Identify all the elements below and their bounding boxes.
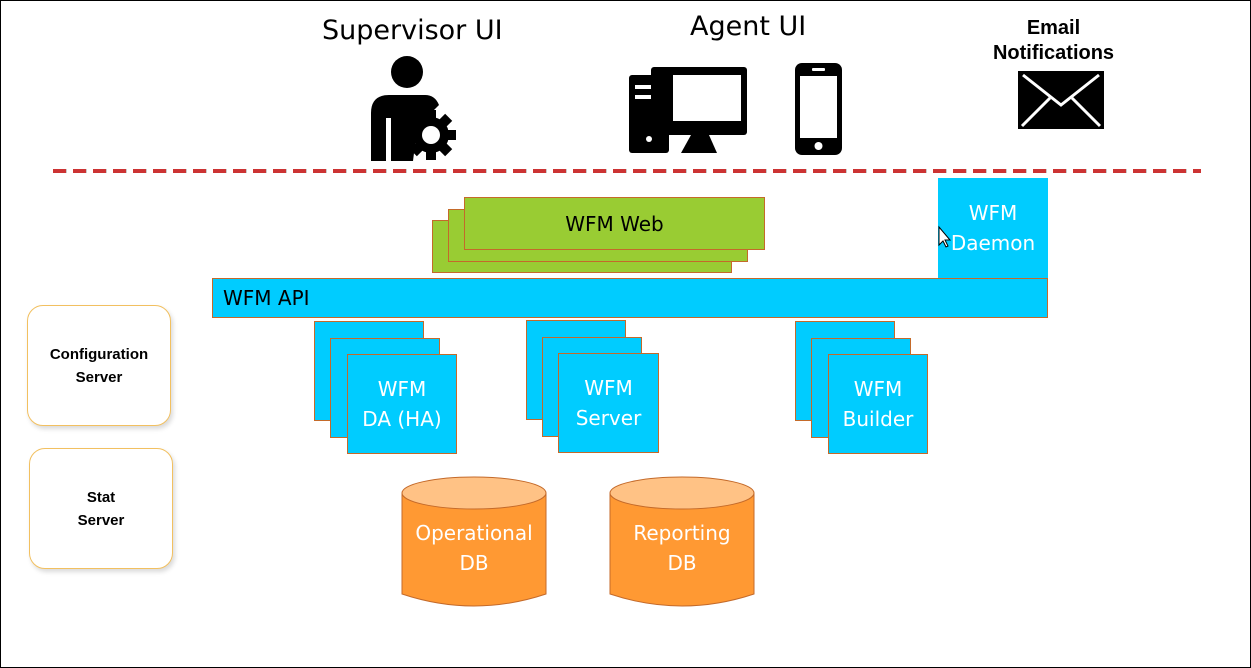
da-line1: WFM: [377, 377, 427, 401]
reporting-line1: Reporting: [633, 521, 731, 545]
wfm-web-label: WFM Web: [565, 211, 664, 236]
divider-line: [53, 169, 1201, 173]
architecture-diagram: Supervisor UI Agent UI Email Notificatio…: [0, 0, 1251, 668]
builder-line1: WFM: [853, 377, 903, 401]
stat-line2: Server: [77, 511, 125, 529]
wfm-api-label: WFM API: [223, 286, 310, 310]
wfm-server-box: WFM Server: [558, 353, 659, 453]
stat-line1: Stat: [86, 488, 116, 506]
reporting-db-label: Reporting DB: [608, 516, 756, 580]
operational-db-label: Operational DB: [400, 516, 548, 580]
agent-ui-label: Agent UI: [690, 11, 807, 42]
daemon-line1: WFM: [968, 201, 1018, 225]
email-label-line1: Email: [1026, 17, 1081, 39]
supervisor-ui-label: Supervisor UI: [322, 15, 503, 46]
mobile-phone-icon: [795, 63, 842, 155]
wfm-builder-box: WFM Builder: [828, 354, 928, 454]
wfm-api-bar: WFM API: [212, 278, 1048, 318]
stat-server-box: Stat Server: [29, 448, 173, 569]
server-line1: WFM: [584, 376, 633, 400]
mouse-cursor-icon: [938, 225, 952, 248]
operational-line1: Operational: [415, 521, 533, 545]
operational-line2: DB: [459, 551, 489, 575]
email-notifications-label: Email Notifications: [981, 16, 1126, 66]
builder-line2: Builder: [842, 407, 914, 431]
desktop-computer-icon: [629, 67, 747, 153]
supervisor-icon: [371, 56, 456, 161]
wfm-da-box: WFM DA (HA): [347, 354, 457, 454]
config-line2: Server: [75, 368, 123, 386]
configuration-server-box: Configuration Server: [27, 305, 171, 426]
wfm-daemon-box: WFM Daemon: [938, 178, 1048, 278]
email-label-line2: Notifications: [992, 42, 1115, 64]
daemon-line2: Daemon: [950, 231, 1036, 255]
da-line2: DA (HA): [362, 407, 442, 431]
wfm-web-box: WFM Web: [464, 197, 765, 250]
envelope-icon: [1018, 71, 1104, 129]
server-line2: Server: [575, 406, 642, 430]
config-line1: Configuration: [49, 345, 149, 363]
reporting-line2: DB: [667, 551, 697, 575]
